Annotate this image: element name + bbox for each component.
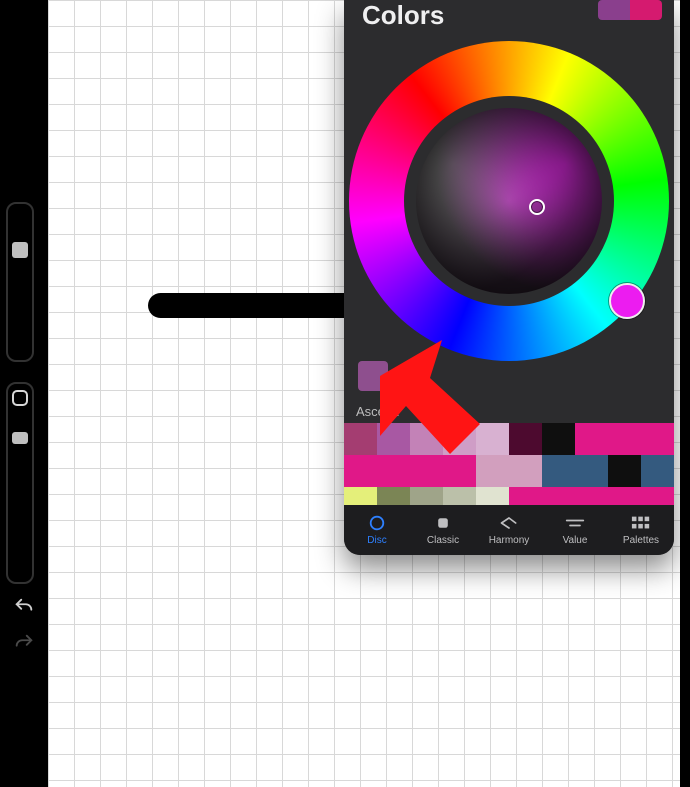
current-color-swatches[interactable] [598, 0, 662, 20]
palette-swatch[interactable] [575, 423, 608, 455]
history-row: Ascend [344, 361, 674, 393]
tab-disc[interactable]: Disc [344, 505, 410, 555]
palette-swatch[interactable] [410, 455, 443, 487]
classic-icon [433, 514, 453, 532]
palette-swatch[interactable] [476, 455, 509, 487]
brush-opacity-slider[interactable] [6, 382, 34, 584]
palette-swatch[interactable] [509, 455, 542, 487]
modify-square-icon[interactable] [12, 390, 28, 406]
palettes-icon [631, 514, 651, 532]
tab-value[interactable]: Value [542, 505, 608, 555]
redo-button[interactable] [0, 632, 48, 659]
left-sidebar [0, 0, 48, 787]
tab-label: Harmony [489, 535, 530, 546]
tab-label: Disc [367, 535, 386, 546]
palette-swatch[interactable] [443, 423, 476, 455]
palette-swatch[interactable] [344, 455, 377, 487]
palette-swatch[interactable] [641, 423, 674, 455]
palette-swatch[interactable] [377, 423, 410, 455]
undo-button[interactable] [0, 596, 48, 623]
palette-swatch[interactable] [377, 455, 410, 487]
tab-label: Palettes [623, 535, 659, 546]
palette-swatch[interactable] [608, 455, 641, 487]
saturation-disc[interactable] [416, 108, 602, 294]
right-bezel [680, 0, 690, 787]
palette-swatch[interactable] [608, 423, 641, 455]
color-wheel[interactable] [349, 41, 669, 361]
palette-swatch[interactable] [542, 423, 575, 455]
palette-swatch[interactable] [476, 423, 509, 455]
tab-label: Value [563, 535, 588, 546]
tab-label: Classic [427, 535, 459, 546]
brush-size-slider[interactable] [6, 202, 34, 362]
tab-palettes[interactable]: Palettes [608, 505, 674, 555]
palette-swatch[interactable] [641, 455, 674, 487]
history-swatch[interactable] [358, 361, 388, 391]
harmony-icon [499, 514, 519, 532]
palette-swatch[interactable] [575, 455, 608, 487]
value-icon [565, 514, 585, 532]
disc-icon [367, 514, 387, 532]
palette-swatch[interactable] [443, 455, 476, 487]
disc-cursor[interactable] [529, 199, 545, 215]
colors-popover: Colors Ascend Disc Classic Harmony Value Pal… [344, 0, 674, 555]
tab-classic[interactable]: Classic [410, 505, 476, 555]
palette-swatch[interactable] [542, 455, 575, 487]
popover-title: Colors [362, 0, 444, 31]
palette-swatch[interactable] [410, 423, 443, 455]
color-mode-tabbar: Disc Classic Harmony Value Palettes [344, 505, 674, 555]
palette-name-label: Ascend [356, 404, 399, 419]
tab-harmony[interactable]: Harmony [476, 505, 542, 555]
palette-swatch[interactable] [344, 423, 377, 455]
redo-icon [13, 632, 35, 654]
undo-icon [13, 596, 35, 618]
palette-swatch[interactable] [509, 423, 542, 455]
ring-cursor[interactable] [609, 283, 645, 319]
